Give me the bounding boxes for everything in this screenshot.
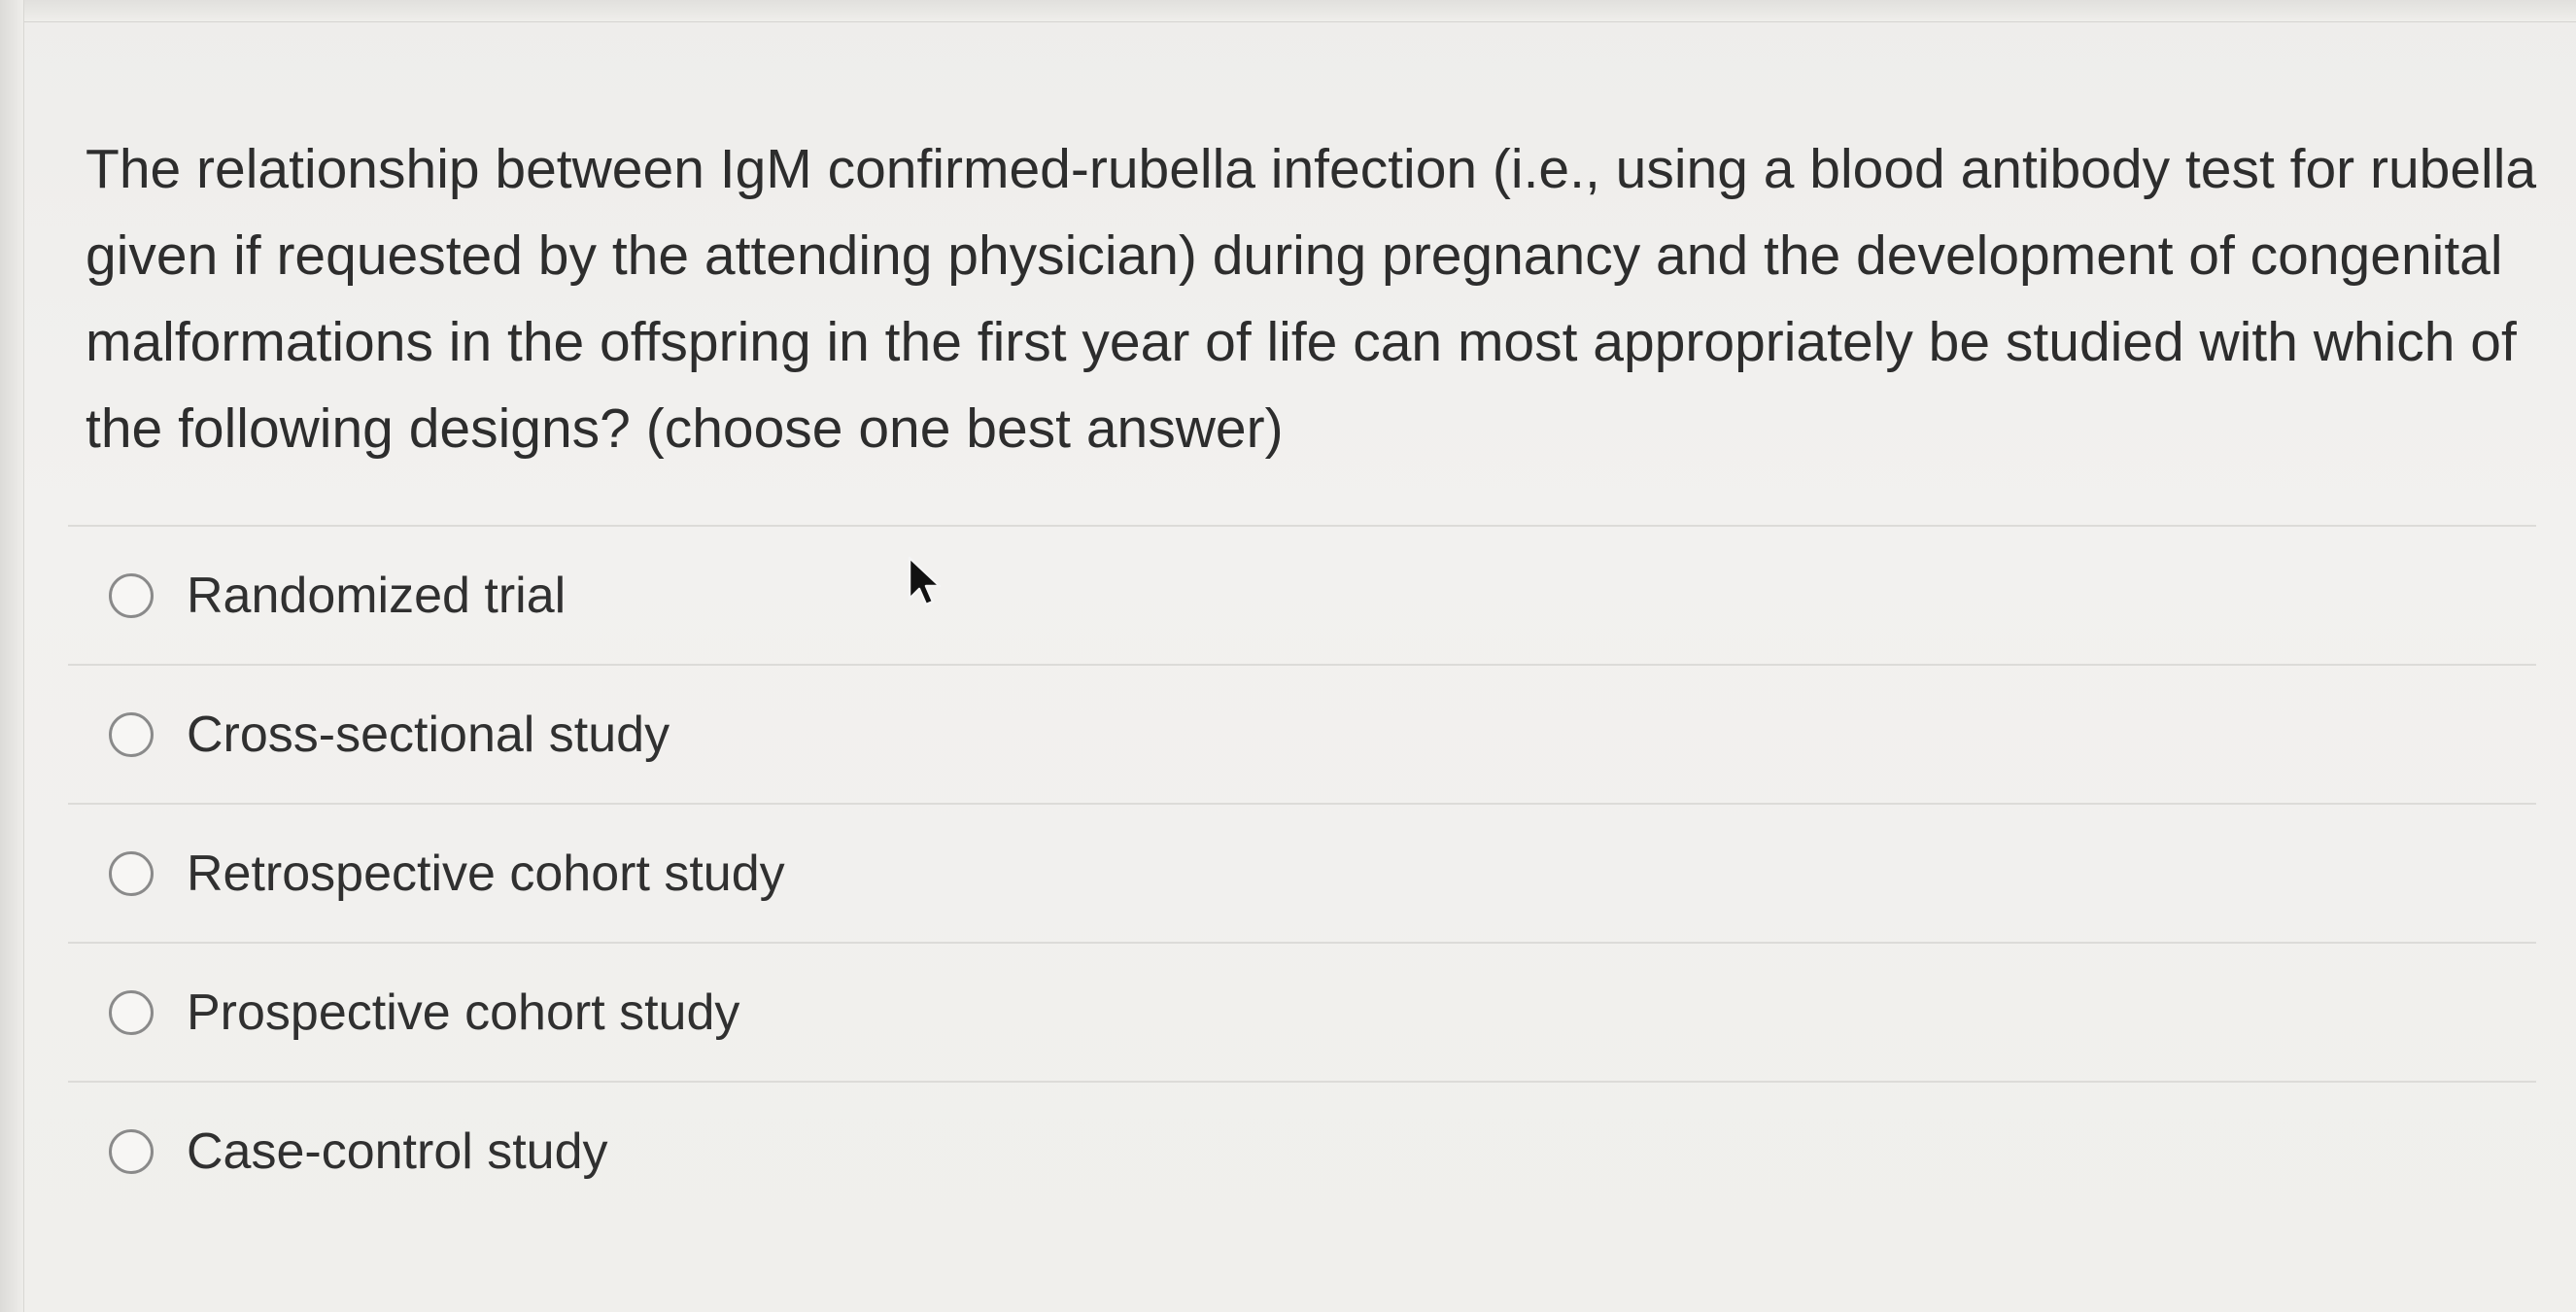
screen: The relationship between IgM confirmed-r… xyxy=(0,0,2576,1312)
radio-unchecked-icon[interactable] xyxy=(109,1128,154,1174)
radio-unchecked-icon[interactable] xyxy=(109,711,154,757)
mouse-pointer-icon xyxy=(908,556,942,606)
radio-unchecked-icon[interactable] xyxy=(109,989,154,1035)
option-label: Prospective cohort study xyxy=(187,984,740,1041)
option-prospective-cohort-study[interactable]: Prospective cohort study xyxy=(68,942,2536,1081)
option-case-control-study[interactable]: Case-control study xyxy=(68,1081,2536,1220)
radio-unchecked-icon[interactable] xyxy=(109,572,154,618)
window-top-edge xyxy=(0,0,2576,22)
answer-options: Randomized trial Cross-sectional study R… xyxy=(68,525,2536,1220)
option-cross-sectional-study[interactable]: Cross-sectional study xyxy=(68,664,2536,803)
option-label: Case-control study xyxy=(187,1122,608,1180)
option-label: Retrospective cohort study xyxy=(187,845,785,902)
window-left-edge xyxy=(0,0,24,1312)
radio-unchecked-icon[interactable] xyxy=(109,850,154,896)
option-retrospective-cohort-study[interactable]: Retrospective cohort study xyxy=(68,803,2536,942)
question-text: The relationship between IgM confirmed-r… xyxy=(86,138,2537,460)
option-label: Cross-sectional study xyxy=(187,706,670,763)
option-label: Randomized trial xyxy=(187,567,567,624)
option-randomized-trial[interactable]: Randomized trial xyxy=(68,525,2536,664)
